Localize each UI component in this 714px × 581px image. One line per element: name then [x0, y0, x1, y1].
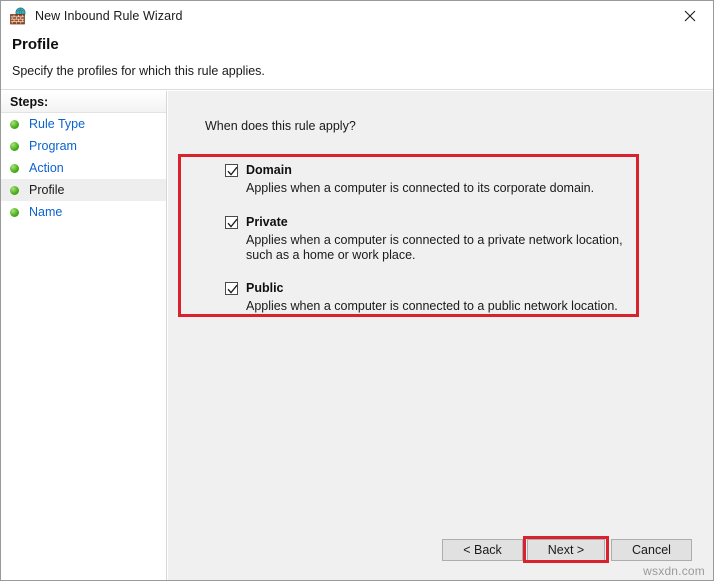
- firewall-icon: [9, 7, 27, 25]
- domain-option-description: Applies when a computer is connected to …: [246, 181, 651, 196]
- wizard-header: Profile Specify the profiles for which t…: [1, 31, 713, 90]
- step-bullet-icon: [10, 208, 19, 217]
- profile-option-domain: Domain Applies when a computer is connec…: [225, 163, 651, 196]
- sidebar-item-label: Program: [29, 139, 77, 153]
- sidebar-item-label: Rule Type: [29, 117, 85, 131]
- back-button[interactable]: < Back: [442, 539, 523, 561]
- close-icon[interactable]: [667, 1, 713, 31]
- sidebar-item-label: Name: [29, 205, 62, 219]
- question-label: When does this rule apply?: [205, 119, 356, 133]
- page-subtitle: Specify the profiles for which this rule…: [12, 64, 265, 78]
- step-bullet-icon: [10, 142, 19, 151]
- sidebar-item-rule-type[interactable]: Rule Type: [1, 113, 166, 135]
- sidebar-item-label: Action: [29, 161, 64, 175]
- steps-sidebar: Steps: Rule Type Program Action Profile …: [1, 91, 167, 580]
- window-title: New Inbound Rule Wizard: [35, 9, 183, 23]
- domain-checkbox[interactable]: [225, 164, 238, 177]
- sidebar-item-program[interactable]: Program: [1, 135, 166, 157]
- page-title: Profile: [12, 36, 59, 53]
- sidebar-item-label: Profile: [29, 183, 64, 197]
- profile-options-group: Domain Applies when a computer is connec…: [199, 163, 660, 319]
- sidebar-item-name[interactable]: Name: [1, 201, 166, 223]
- public-checkbox[interactable]: [225, 282, 238, 295]
- sidebar-item-action[interactable]: Action: [1, 157, 166, 179]
- next-button[interactable]: Next >: [527, 539, 605, 561]
- profile-option-public: Public Applies when a computer is connec…: [225, 281, 651, 314]
- private-option-label: Private: [246, 215, 288, 230]
- step-bullet-icon: [10, 164, 19, 173]
- domain-option-label: Domain: [246, 163, 292, 178]
- private-option-description: Applies when a computer is connected to …: [246, 233, 651, 263]
- main-content: When does this rule apply? Domain Applie…: [168, 91, 713, 580]
- profile-option-private: Private Applies when a computer is conne…: [225, 215, 651, 263]
- sidebar-item-profile[interactable]: Profile: [1, 179, 166, 201]
- cancel-button[interactable]: Cancel: [611, 539, 692, 561]
- new-inbound-rule-wizard-window: New Inbound Rule Wizard Profile Specify …: [0, 0, 714, 581]
- steps-heading: Steps:: [1, 91, 166, 113]
- public-option-description: Applies when a computer is connected to …: [246, 299, 651, 314]
- private-checkbox[interactable]: [225, 216, 238, 229]
- title-bar: New Inbound Rule Wizard: [1, 1, 713, 31]
- public-option-label: Public: [246, 281, 284, 296]
- steps-heading-label: Steps:: [10, 95, 48, 109]
- watermark: wsxdn.com: [643, 564, 705, 578]
- step-bullet-icon: [10, 120, 19, 129]
- step-bullet-icon: [10, 186, 19, 195]
